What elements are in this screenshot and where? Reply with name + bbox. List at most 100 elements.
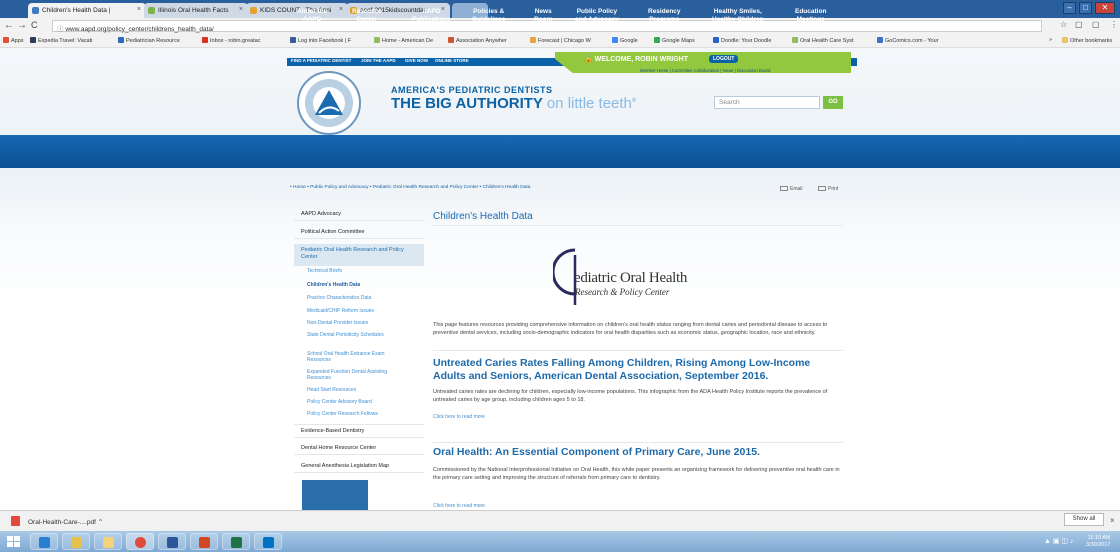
sidebar-promo-image[interactable] xyxy=(302,480,368,510)
extension-icon[interactable]: ▢ xyxy=(1075,20,1083,29)
sidebar-subitem-head-start[interactable]: Head Start Resources xyxy=(307,387,356,393)
browser-tab-bar: Children's Health Data | × Illinois Oral … xyxy=(0,0,1120,18)
bookmark-american-dental[interactable]: Home - American De xyxy=(374,37,433,44)
email-link[interactable]: Email xyxy=(780,186,803,192)
nav-residency[interactable]: Residency Programs xyxy=(648,8,681,23)
sidebar-item-advocacy[interactable]: AAPD Advocacy xyxy=(294,208,424,221)
taskbar-app[interactable] xyxy=(222,533,250,550)
sidebar-item-dental-home[interactable]: Dental Home Resource Center xyxy=(294,442,424,455)
close-tab-icon[interactable]: × xyxy=(239,6,243,13)
print-link[interactable]: Print xyxy=(818,186,838,192)
extension-icon[interactable]: ▢ xyxy=(1092,20,1100,29)
back-icon[interactable]: ← xyxy=(4,20,14,31)
gmail-icon xyxy=(202,37,208,43)
excel-icon xyxy=(231,537,242,548)
system-clock[interactable]: 11:10 AM 3/30/2017 xyxy=(1086,535,1110,549)
bookmark-forecast[interactable]: Forecast | Chicago W xyxy=(530,37,591,44)
powerpoint-icon xyxy=(199,537,210,548)
facebook-icon xyxy=(290,37,296,43)
article-body: Commissioned by the National Interprofes… xyxy=(433,467,840,481)
tab-childrens-health-data[interactable]: Children's Health Data | × xyxy=(28,3,146,18)
breadcrumb[interactable]: • Home • Public Policy and Advocacy • Pe… xyxy=(290,185,530,190)
sidebar-subitem-efda[interactable]: Expanded Function Dental Assisting Resou… xyxy=(307,369,407,381)
minimize-icon[interactable]: – xyxy=(1063,2,1076,14)
sidebar-subitem-childrens-health-data[interactable]: Children's Health Data xyxy=(307,282,360,288)
other-bookmarks[interactable]: Other bookmarks xyxy=(1062,37,1112,44)
main-navigation xyxy=(0,135,1120,168)
find-dentist-link[interactable]: FIND A PEDIATRIC DENTIST xyxy=(291,58,351,63)
sidebar-item-policy-center[interactable]: Pediatric Oral Health Research and Polic… xyxy=(294,244,424,266)
nav-publications[interactable]: AAPD Publications xyxy=(412,8,451,23)
nav-healthy-smiles[interactable]: Healthy Smiles, Healthy Children xyxy=(712,8,764,23)
bookmark-expedia[interactable]: Expedia Travel: Vacati xyxy=(30,37,92,44)
bookmark-association[interactable]: Association Anywher xyxy=(448,37,507,44)
bookmark-oral-health[interactable]: Oral Health Care Syst xyxy=(792,37,854,44)
article-heading[interactable]: Untreated Caries Rates Falling Among Chi… xyxy=(433,357,845,382)
taskbar-app[interactable] xyxy=(30,533,58,550)
sidebar-subitem-medicaid[interactable]: Medicaid/CHIP Reform Issues xyxy=(307,308,374,314)
star-icon[interactable]: ☆ xyxy=(1060,20,1067,29)
sidebar-subitem-periodicity[interactable]: State Dental Periodicity Schedules xyxy=(307,332,407,338)
close-window-icon[interactable]: ✕ xyxy=(1095,2,1115,14)
site-search-input[interactable]: Search xyxy=(714,96,820,109)
download-item[interactable]: Oral-Health-Care-....pdf ⌃ xyxy=(28,518,103,526)
bookmark-gocomics[interactable]: GoComics.com - Your xyxy=(877,37,939,44)
bookmark-google[interactable]: Google xyxy=(612,37,638,44)
give-now-link[interactable]: GIVE NOW xyxy=(405,58,428,63)
nav-policies[interactable]: Policies & Guidelines xyxy=(472,8,505,23)
reload-icon[interactable]: C xyxy=(31,20,38,30)
show-all-button[interactable]: Show all xyxy=(1064,513,1104,526)
nav-public-policy[interactable]: Public Policy and Advocacy xyxy=(575,8,619,23)
taskbar-app[interactable] xyxy=(254,533,282,550)
sidebar-subitem-school-exam[interactable]: School Oral Health Entrance Exam Resourc… xyxy=(307,351,407,363)
bookmark-google-maps[interactable]: Google Maps xyxy=(654,37,695,44)
sidebar-subitem-technical-briefs[interactable]: Technical Briefs xyxy=(307,268,342,274)
sidebar-item-pac[interactable]: Political Action Committee xyxy=(294,226,424,239)
member-links[interactable]: Member Home | Committee Collaboration | … xyxy=(640,68,770,73)
close-tab-icon[interactable]: × xyxy=(339,6,343,13)
taskbar-app-active[interactable] xyxy=(126,533,154,550)
sidebar-item-anesthesia-map[interactable]: General Anesthesia Legislation Map xyxy=(294,460,424,473)
more-bookmarks-icon[interactable]: » xyxy=(1049,37,1052,43)
nav-about[interactable]: About the AAPD xyxy=(297,8,327,23)
taskbar-app[interactable] xyxy=(94,533,122,550)
read-more-link[interactable]: Click here to read more xyxy=(433,414,485,420)
bookmark-apps[interactable]: Apps xyxy=(3,37,24,44)
sidebar-subitem-advisory-board[interactable]: Policy Center Advisory Board xyxy=(307,399,372,405)
maximize-icon[interactable]: □ xyxy=(1079,2,1092,14)
logout-button[interactable]: LOGOUT xyxy=(709,55,739,63)
nav-education[interactable]: Education Meetings xyxy=(795,8,826,23)
taskbar-app[interactable] xyxy=(62,533,90,550)
favicon-icon xyxy=(32,7,39,14)
bookmark-pediatrician[interactable]: Pediatrician Resource xyxy=(118,37,180,44)
join-link[interactable]: JOIN THE AAPD xyxy=(361,58,396,63)
taskbar-app[interactable] xyxy=(190,533,218,550)
intro-paragraph: This page features resources providing c… xyxy=(433,322,828,336)
downloads-bar: Oral-Health-Care-....pdf ⌃ × xyxy=(0,510,1120,531)
bookmark-doodle[interactable]: Doodle: Your Doodle xyxy=(713,37,771,44)
close-downloads-icon[interactable]: × xyxy=(1110,516,1115,525)
menu-icon[interactable]: ⋮ xyxy=(1110,20,1118,29)
aapd-logo[interactable] xyxy=(297,71,361,135)
apps-icon xyxy=(3,37,9,43)
forward-icon[interactable]: → xyxy=(17,20,27,31)
sidebar-subitem-research-fellows[interactable]: Policy Center Research Fellows xyxy=(307,411,378,417)
tab-illinois-oral-health[interactable]: Illinois Oral Health Facts × xyxy=(144,3,248,18)
bookmark-facebook[interactable]: Log into Facebook | F xyxy=(290,37,351,44)
chevron-up-icon[interactable]: ⌃ xyxy=(98,519,103,526)
sidebar-subitem-practice-data[interactable]: Practice Characteristics Data xyxy=(307,295,371,301)
tray-icons[interactable]: ▲ ▣ ◫ ♪ xyxy=(1044,537,1074,545)
bookmark-inbox[interactable]: Inbox - robin.greatac xyxy=(202,37,260,44)
nav-news-room[interactable]: News Room xyxy=(534,8,552,23)
taskbar-app[interactable] xyxy=(158,533,186,550)
online-store-link[interactable]: ONLINE STORE xyxy=(435,58,469,63)
article-heading[interactable]: Oral Health: An Essential Component of P… xyxy=(433,446,845,459)
folder-icon xyxy=(1062,37,1068,43)
search-go-button[interactable]: GO xyxy=(823,96,843,109)
read-more-link[interactable]: Click here to read more xyxy=(433,503,485,509)
sidebar-subitem-non-dental[interactable]: Non-Dental Provider Issues xyxy=(307,320,368,326)
start-button[interactable] xyxy=(4,534,24,549)
close-tab-icon[interactable]: × xyxy=(137,6,141,13)
nav-resource-center[interactable]: Resource Center xyxy=(352,8,382,23)
sidebar-item-ebd[interactable]: Evidence-Based Dentistry xyxy=(294,424,424,438)
